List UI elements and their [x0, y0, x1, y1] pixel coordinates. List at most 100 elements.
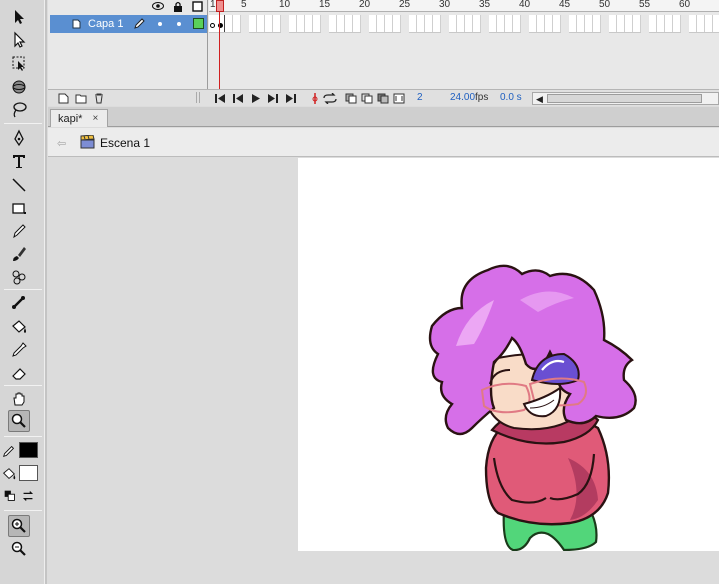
onion-skin-outlines-icon[interactable]: [361, 93, 373, 104]
frame-cell-25: [401, 15, 409, 33]
scroll-left-icon[interactable]: ◀: [536, 94, 543, 105]
panel-resize-handle[interactable]: [44, 0, 47, 584]
blank-keyframe[interactable]: [210, 23, 215, 28]
stroke-color-icon: [1, 440, 17, 462]
stroke-color-swatch[interactable]: [19, 442, 38, 458]
bone-tool-icon[interactable]: [8, 292, 30, 314]
frame-cell-30: [441, 15, 449, 33]
ruler-tick: 1: [210, 0, 216, 10]
footer-grip: [196, 92, 200, 103]
frame-cell-35: [481, 15, 489, 33]
ruler-tick: 55: [639, 0, 651, 10]
frame-rate-value[interactable]: 24.00: [450, 92, 475, 103]
black-and-white-icon[interactable]: [2, 485, 18, 507]
new-layer-icon[interactable]: [58, 93, 69, 104]
hand-tool-icon[interactable]: [8, 388, 30, 410]
frame-cell-60: [681, 15, 689, 33]
frame-rate-unit: fps: [475, 92, 489, 103]
stage[interactable]: [298, 158, 719, 551]
tools-panel: [0, 0, 47, 584]
frame-cell-45: [561, 15, 569, 33]
subselection-tool-icon[interactable]: [8, 29, 30, 51]
scene-clapperboard-icon: [80, 135, 95, 149]
timeline-horizontal-scrollbar[interactable]: ◀: [532, 92, 719, 105]
ruler-tick: 25: [399, 0, 411, 10]
elapsed-time[interactable]: 0.0 s: [500, 92, 522, 103]
pen-tool-icon[interactable]: [8, 127, 30, 149]
playhead[interactable]: [219, 0, 220, 94]
zoom-tool-icon[interactable]: [8, 410, 30, 432]
step-back-icon[interactable]: [232, 93, 244, 104]
timeline-footer: 2 24.00 fps 0.0 s ◀: [48, 89, 719, 106]
zoom-in-icon[interactable]: [8, 515, 30, 537]
document-tab-label: kapi*: [58, 112, 83, 125]
document-tab-bar: kapi* ×: [48, 107, 719, 127]
toolbar-separator: [4, 289, 42, 290]
layer-outline-color[interactable]: [193, 18, 204, 29]
flash-workspace: Capa 1 1 5 10 15 20 25 30 35 40 45 50 55: [0, 0, 719, 584]
go-to-first-frame-icon[interactable]: [214, 93, 226, 104]
scrollbar-thumb[interactable]: [547, 94, 702, 103]
text-tool-icon[interactable]: [8, 150, 30, 172]
ruler-tick: 30: [439, 0, 451, 10]
selection-tool-icon[interactable]: [8, 6, 30, 28]
layer-visibility-dot[interactable]: [158, 22, 162, 26]
free-transform-tool-icon[interactable]: [8, 52, 30, 74]
ruler-tick: 35: [479, 0, 491, 10]
frame-cell-50: [601, 15, 609, 33]
document-tab[interactable]: kapi* ×: [50, 109, 108, 127]
character-artwork[interactable]: [298, 158, 719, 551]
show-all-layers-eye-icon[interactable]: [152, 1, 164, 11]
fill-color-swatch[interactable]: [19, 465, 38, 481]
pencil-tool-icon[interactable]: [8, 220, 30, 242]
lock-all-layers-icon[interactable]: [173, 1, 183, 12]
frame-cell-55: [641, 15, 649, 33]
frame-cell-5: [241, 15, 249, 33]
back-arrow-icon[interactable]: ⇦: [57, 137, 66, 150]
3d-rotation-tool-icon[interactable]: [8, 76, 30, 98]
ruler-tick: 15: [319, 0, 331, 10]
eraser-tool-icon[interactable]: [8, 362, 30, 384]
outline-all-layers-icon[interactable]: [192, 0, 203, 12]
pasteboard: [48, 158, 719, 584]
swap-colors-icon[interactable]: [20, 485, 36, 507]
layer-row-capa-1[interactable]: Capa 1: [50, 15, 207, 33]
frame-ruler[interactable]: 1 5 10 15 20 25 30 35 40 45 50 55 60: [209, 0, 719, 12]
close-icon[interactable]: ×: [92, 113, 98, 124]
onion-skin-icon[interactable]: [345, 93, 357, 104]
rectangle-tool-icon[interactable]: [8, 197, 30, 219]
lasso-tool-icon[interactable]: [8, 99, 30, 121]
layer-type-icon: [72, 19, 81, 29]
delete-layer-icon[interactable]: [94, 93, 104, 104]
playhead-handle[interactable]: [216, 0, 224, 12]
eyedropper-tool-icon[interactable]: [8, 339, 30, 361]
brush-tool-icon[interactable]: [8, 243, 30, 265]
deco-tool-icon[interactable]: [8, 266, 30, 288]
ruler-tick: 40: [519, 0, 531, 10]
fill-color-icon: [1, 463, 17, 485]
layer-frames[interactable]: [209, 15, 719, 33]
loop-icon[interactable]: [322, 93, 338, 104]
step-forward-icon[interactable]: [267, 93, 279, 104]
edit-multiple-frames-icon[interactable]: [377, 93, 389, 104]
ruler-tick: 45: [559, 0, 571, 10]
edit-bar: ⇦ Escena 1: [48, 128, 719, 157]
center-frame-icon[interactable]: [310, 93, 320, 104]
toolbar-separator: [4, 123, 42, 124]
frame-cell-20: [361, 15, 369, 33]
frame-cell-15: [321, 15, 329, 33]
new-folder-icon[interactable]: [75, 93, 87, 104]
ruler-tick: 20: [359, 0, 371, 10]
paint-bucket-tool-icon[interactable]: [8, 316, 30, 338]
line-tool-icon[interactable]: [8, 174, 30, 196]
modify-onion-markers-icon[interactable]: [393, 93, 405, 104]
go-to-last-frame-icon[interactable]: [285, 93, 297, 104]
ruler-tick: 60: [679, 0, 691, 10]
scene-label[interactable]: Escena 1: [100, 136, 150, 150]
play-icon[interactable]: [250, 93, 261, 104]
timeline-panel: Capa 1 1 5 10 15 20 25 30 35 40 45 50 55: [48, 0, 719, 106]
layer-lock-dot[interactable]: [177, 22, 181, 26]
zoom-out-icon[interactable]: [8, 538, 30, 560]
toolbar-separator: [4, 510, 42, 511]
current-frame[interactable]: 2: [417, 92, 423, 103]
